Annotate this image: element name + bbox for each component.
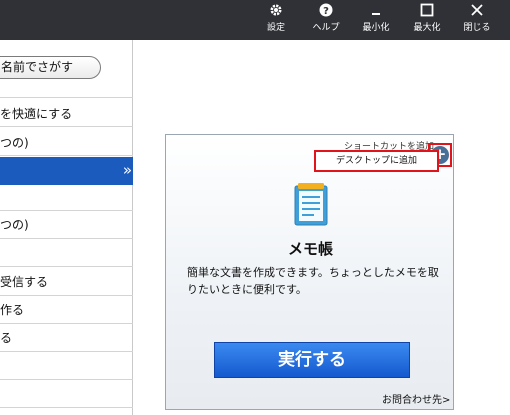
divider xyxy=(0,407,133,408)
app-description: 簡単な文書を作成できます。ちょっとしたメモを取りたいときに便利です。 xyxy=(187,266,439,296)
list-item[interactable]: 受信する xyxy=(0,273,120,290)
list-item[interactable]: を快適にする xyxy=(0,105,120,122)
close-label: 閉じる xyxy=(463,23,491,33)
divider xyxy=(0,126,133,127)
question-icon: ? xyxy=(304,3,348,21)
contact-link[interactable]: お問合わせ先> xyxy=(382,391,450,406)
divider xyxy=(0,266,133,267)
maximize-button[interactable]: 最大化 xyxy=(405,3,449,37)
divider xyxy=(0,295,133,296)
app-title: メモ帳 xyxy=(287,240,333,258)
search-by-name-button[interactable]: 名前でさがす xyxy=(0,56,101,79)
maximize-label: 最大化 xyxy=(413,23,441,33)
app-card: ショートカットを追加 + デスクトップに追加 メモ帳 簡単な文書を作成できます。… xyxy=(165,134,454,410)
divider xyxy=(0,210,133,211)
minimize-icon xyxy=(354,3,398,21)
divider xyxy=(0,238,133,239)
close-icon xyxy=(455,3,499,21)
divider xyxy=(0,155,133,156)
list-item[interactable]: つの) xyxy=(0,216,120,233)
divider xyxy=(0,323,133,324)
minimize-button[interactable]: 最小化 xyxy=(354,3,398,37)
list-item-selected[interactable]: » xyxy=(0,157,133,185)
add-to-desktop-menu-item[interactable]: デスクトップに追加 xyxy=(314,150,439,172)
double-chevron-right-icon: » xyxy=(122,161,132,179)
help-label: ヘルプ xyxy=(312,23,340,33)
minimize-label: 最小化 xyxy=(362,23,390,33)
divider xyxy=(0,351,133,352)
svg-text:?: ? xyxy=(323,6,329,17)
maximize-icon xyxy=(405,3,449,21)
settings-label: 設定 xyxy=(266,23,285,33)
window-toolbar: 設定 ? ヘルプ 最小化 最大化 閉じる xyxy=(0,0,510,40)
notepad-icon xyxy=(294,182,328,226)
help-button[interactable]: ? ヘルプ xyxy=(304,3,348,37)
settings-button[interactable]: 設定 xyxy=(254,3,298,37)
list-item[interactable]: つの) xyxy=(0,134,120,151)
run-button[interactable]: 実行する xyxy=(214,342,410,378)
app-list-panel: 名前でさがす を快適にする つの) » つの) 受信する 作る る xyxy=(0,40,133,415)
list-item[interactable]: 作る xyxy=(0,301,120,318)
list-item[interactable]: る xyxy=(0,329,120,346)
gear-icon xyxy=(254,3,298,21)
close-button[interactable]: 閉じる xyxy=(455,3,499,37)
divider xyxy=(0,97,133,98)
divider xyxy=(0,379,133,380)
